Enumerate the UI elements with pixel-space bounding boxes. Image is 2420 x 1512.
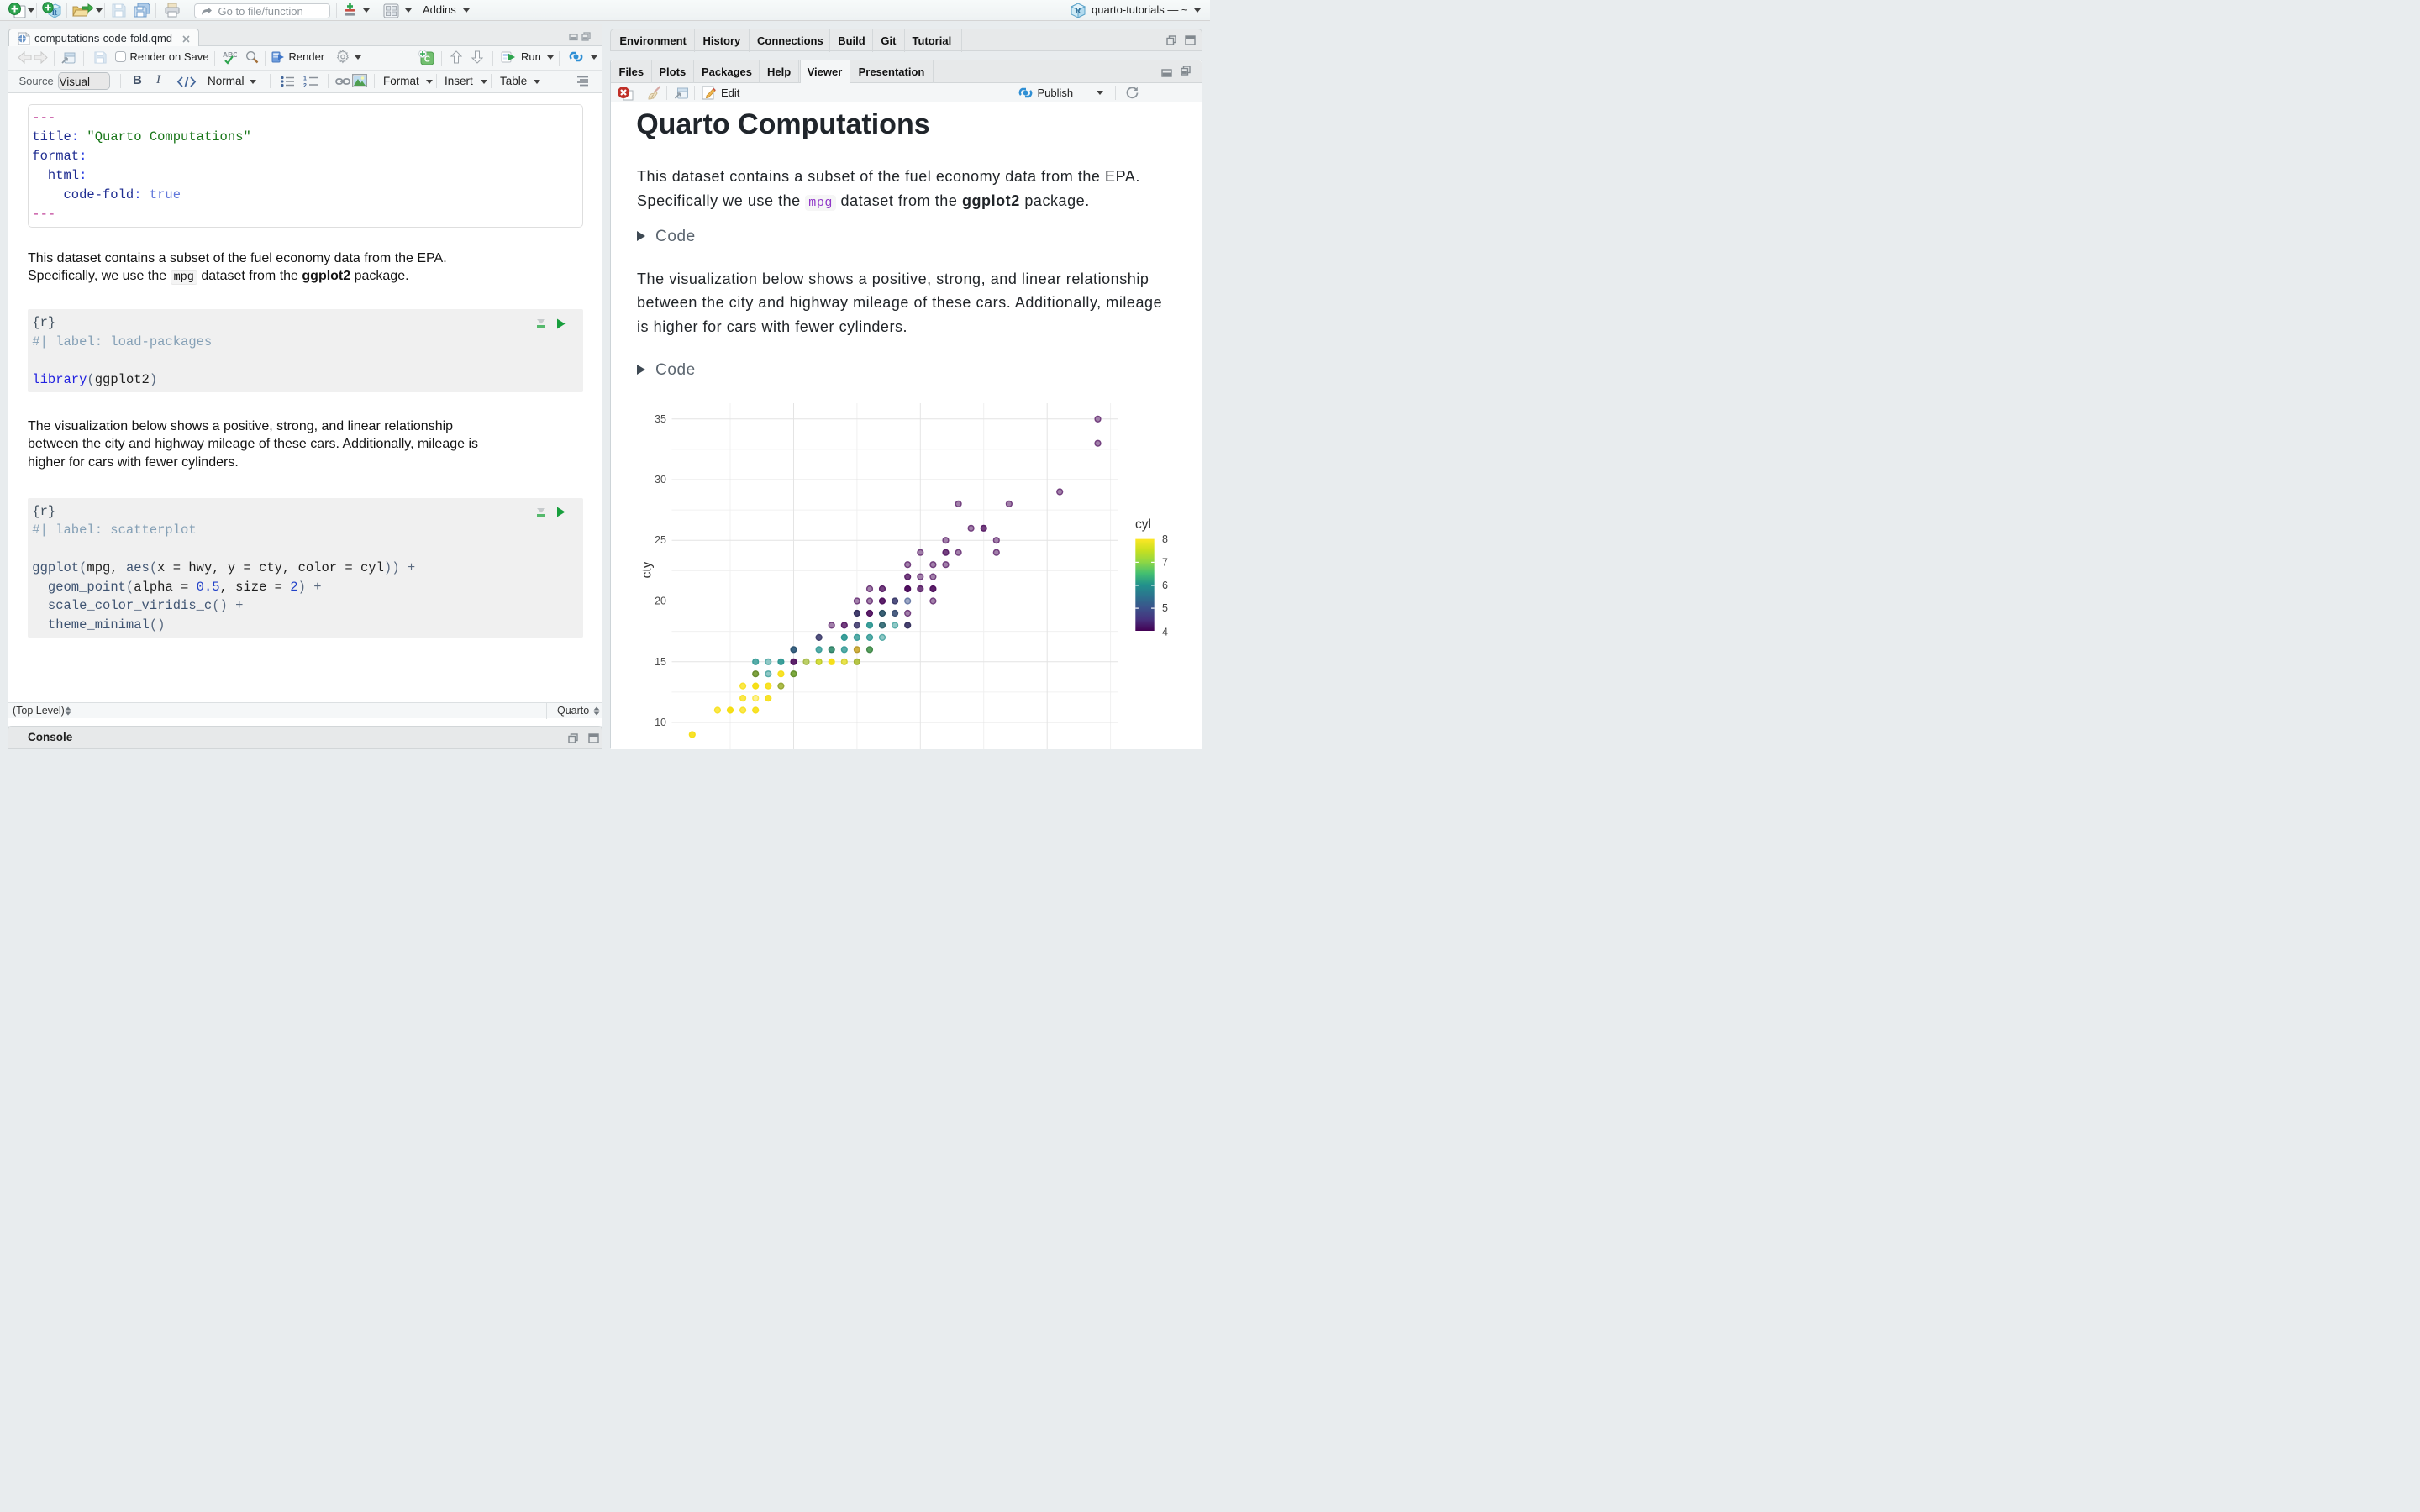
svg-text:2: 2 <box>303 83 307 88</box>
svg-text:5: 5 <box>1162 602 1168 614</box>
svg-text:cyl: cyl <box>1135 517 1151 532</box>
svg-text:10: 10 <box>655 717 666 728</box>
svg-text:4: 4 <box>1162 626 1168 638</box>
svg-text:cty: cty <box>639 561 654 578</box>
svg-text:25: 25 <box>655 534 666 546</box>
svg-text:15: 15 <box>655 656 666 668</box>
svg-text:35: 35 <box>655 413 666 425</box>
svg-text:7: 7 <box>1162 556 1168 568</box>
svg-text:ABC: ABC <box>223 50 237 59</box>
svg-text:8: 8 <box>1162 533 1168 545</box>
svg-text:R: R <box>1075 7 1081 16</box>
svg-text:30: 30 <box>655 474 666 486</box>
svg-text:1: 1 <box>303 76 307 81</box>
svg-text:6: 6 <box>1162 580 1168 591</box>
svg-text:20: 20 <box>655 595 666 606</box>
